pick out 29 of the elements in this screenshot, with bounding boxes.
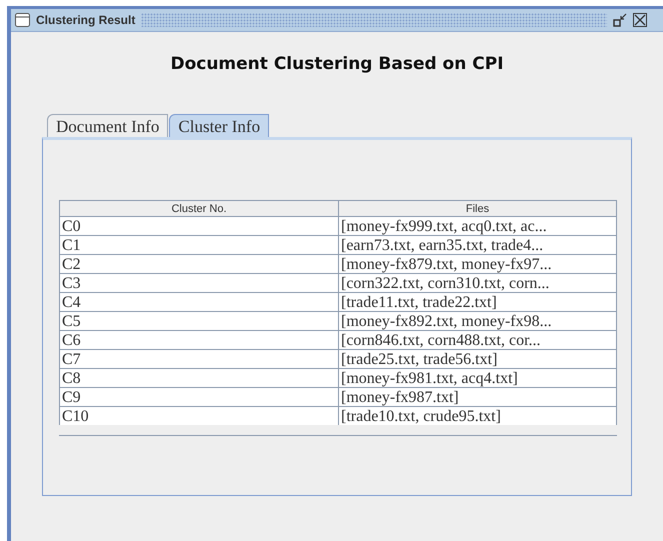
table-cell: C4 — [60, 292, 338, 312]
table-cell: [money-fx892.txt, money-fx98... — [338, 312, 616, 330]
table-cell: [trade25.txt, trade56.txt] — [338, 350, 616, 368]
window-icon — [15, 13, 30, 27]
table-cell: C8 — [60, 368, 338, 388]
table-cell: [money-fx981.txt, acq4.txt] — [338, 368, 616, 388]
table-cell: [earn73.txt, earn35.txt, trade4... — [338, 236, 616, 254]
table-cell: C2 — [60, 254, 338, 274]
table-cell: C0 — [60, 216, 338, 236]
table-cell: [money-fx987.txt] — [338, 388, 616, 406]
window-title: Clustering Result — [36, 13, 136, 27]
close-icon[interactable] — [633, 13, 647, 27]
table-cell: C5 — [60, 312, 338, 330]
table-cell: [money-fx999.txt, acq0.txt, ac... — [338, 216, 616, 236]
table-cell: C7 — [60, 350, 338, 368]
column-header[interactable]: Cluster No. — [60, 200, 338, 216]
table-cell: C3 — [60, 274, 338, 292]
table-cell: C9 — [60, 388, 338, 406]
table-cell: [trade11.txt, trade22.txt] — [338, 292, 616, 312]
column-header[interactable]: Files — [338, 200, 616, 216]
table-cell: [corn846.txt, corn488.txt, cor... — [338, 330, 616, 350]
page-heading: Document Clustering Based on CPI — [170, 54, 504, 74]
tab[interactable]: Cluster Info — [169, 114, 270, 137]
table-cell: [money-fx879.txt, money-fx97... — [338, 254, 616, 274]
table-cell: [corn322.txt, corn310.txt, corn... — [338, 274, 616, 292]
restore-icon[interactable] — [613, 13, 627, 27]
tab[interactable]: Document Info — [47, 114, 168, 137]
table-cell: C6 — [60, 330, 338, 350]
table-cell: C1 — [60, 236, 338, 254]
